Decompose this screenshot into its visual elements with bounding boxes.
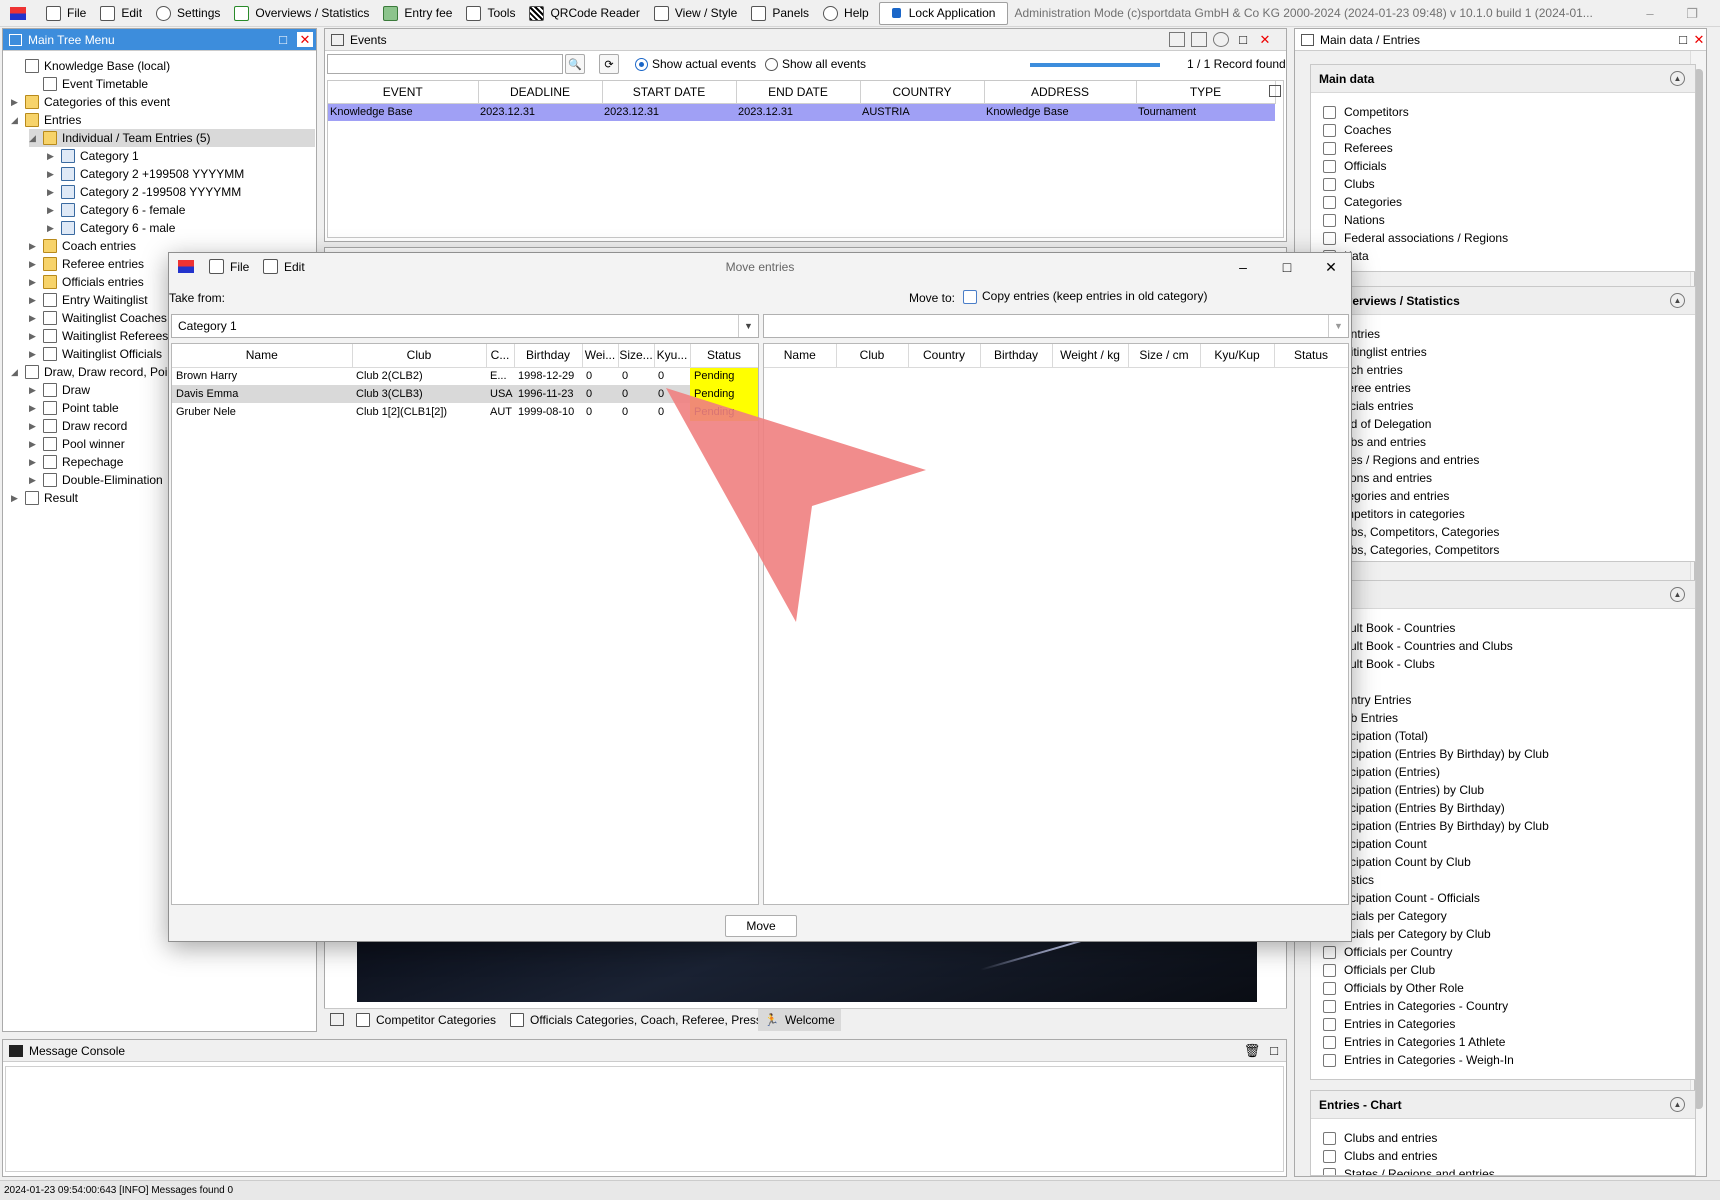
status-bar: 2024-01-23 09:54:00:643 [INFO] Messages … bbox=[0, 1180, 1720, 1200]
annotation-arrow bbox=[666, 388, 926, 622]
arrow-shape bbox=[666, 388, 926, 622]
